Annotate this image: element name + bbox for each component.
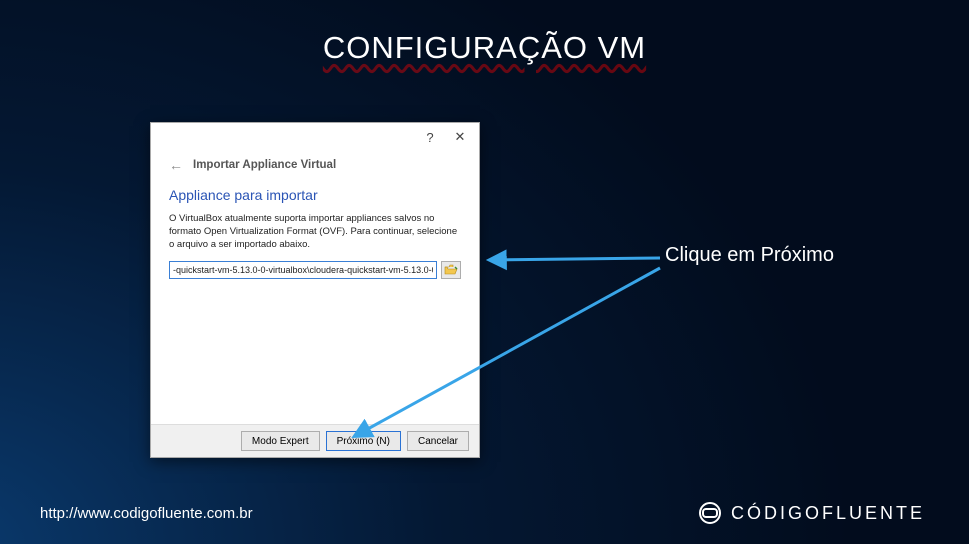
next-button[interactable]: Próximo (N) (326, 431, 401, 451)
annotation-arrows (0, 0, 969, 544)
import-appliance-dialog: ? ✕ ← Importar Appliance Virtual Applian… (150, 122, 480, 458)
dialog-description: O VirtualBox atualmente suporta importar… (169, 213, 461, 251)
annotation-label: Clique em Próximo (665, 244, 834, 267)
file-path-input[interactable] (169, 261, 437, 279)
expert-mode-button[interactable]: Modo Expert (241, 431, 320, 451)
back-icon[interactable]: ← (169, 157, 183, 173)
dialog-button-bar: Modo Expert Próximo (N) Cancelar (151, 424, 479, 457)
help-button[interactable]: ? (415, 125, 445, 149)
browse-button[interactable] (441, 261, 461, 279)
dialog-header: ← Importar Appliance Virtual (169, 157, 461, 173)
footer-logo: CÓDIGOFLUENTE (699, 502, 925, 524)
close-button[interactable]: ✕ (445, 125, 475, 149)
cancel-button[interactable]: Cancelar (407, 431, 469, 451)
logo-icon (699, 502, 721, 524)
file-row (169, 261, 461, 279)
slide-title: CONFIGURAÇÃO VM (0, 30, 969, 66)
dialog-subtitle: Appliance para importar (169, 187, 461, 203)
dialog-titlebar: ? ✕ (151, 123, 479, 151)
dialog-content: ← Importar Appliance Virtual Appliance p… (151, 151, 479, 424)
dialog-header-text: Importar Appliance Virtual (193, 159, 336, 171)
footer-url: http://www.codigofluente.com.br (40, 505, 253, 522)
logo-text: CÓDIGOFLUENTE (731, 503, 925, 524)
folder-open-icon (444, 264, 458, 276)
